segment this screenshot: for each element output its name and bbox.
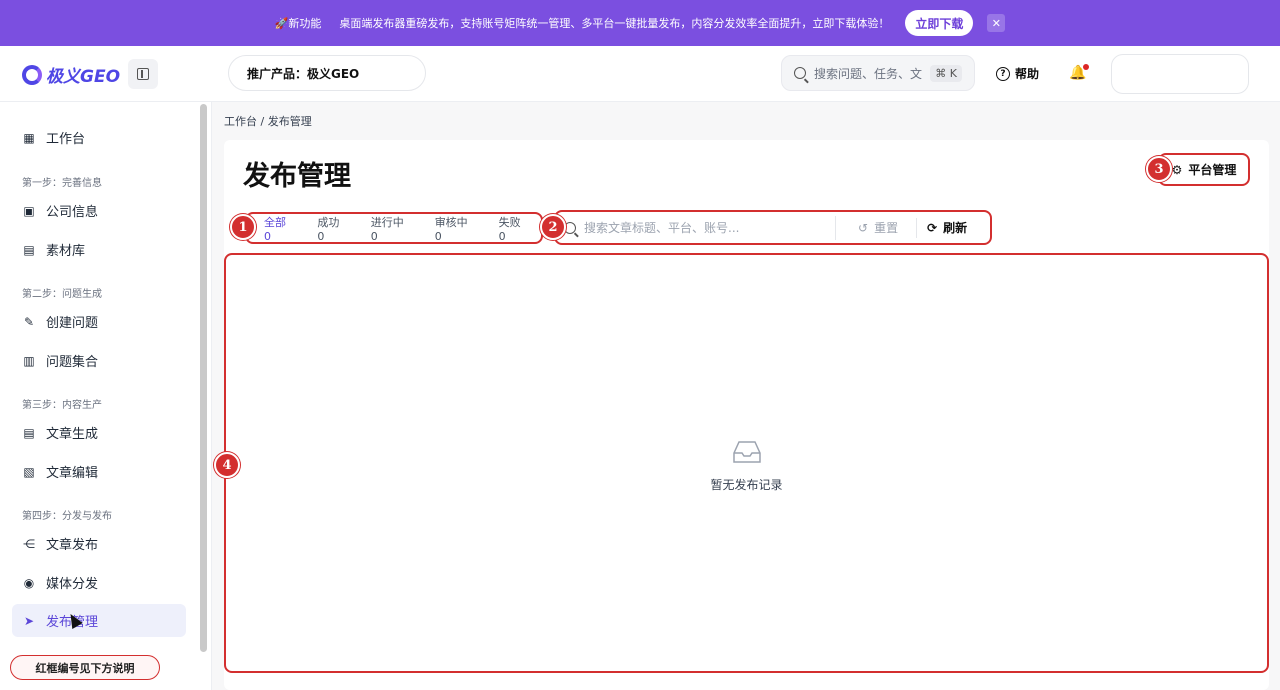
- global-search-input[interactable]: 搜索问题、任务、文 ⌘ K: [781, 55, 975, 91]
- refresh-icon: ⟳: [927, 220, 938, 235]
- help-button[interactable]: ? 帮助: [996, 65, 1039, 82]
- tab-reviewing[interactable]: 审核中 0: [424, 216, 488, 243]
- reset-button[interactable]: ↺ 重置: [858, 219, 898, 236]
- page-title: 发布管理: [243, 161, 351, 192]
- logo-text: 极义GEO: [46, 67, 121, 87]
- filter-bar: 搜索文章标题、平台、账号... ↺ 重置 ⟳ 刷新: [554, 210, 992, 245]
- section-label: 第三步：内容生产: [22, 400, 102, 411]
- help-label: 帮助: [1015, 67, 1040, 81]
- sidebar-item-label: 工作台: [46, 132, 86, 147]
- logo[interactable]: 极义GEO: [22, 62, 120, 87]
- search-placeholder: 搜索问题、任务、文: [814, 66, 923, 81]
- banner-message: 桌面端发布器重磅发布，支持账号矩阵统一管理、多平台一键批量发布，内容分发效率全面…: [339, 17, 890, 30]
- user-menu[interactable]: [1111, 54, 1249, 94]
- announcement-banner: 🚀新功能 桌面端发布器重磅发布，支持账号矩阵统一管理、多平台一键批量发布，内容分…: [0, 0, 1280, 46]
- sidebar-item-label: 文章编辑: [46, 466, 99, 481]
- grid-icon: ▦: [23, 130, 35, 145]
- share-icon: ⋲: [23, 536, 35, 551]
- sidebar-item-question-set[interactable]: ▥ 问题集合: [22, 351, 99, 371]
- divider: [916, 217, 918, 238]
- sidebar-item-materials[interactable]: ▤ 素材库: [22, 240, 86, 260]
- archive-icon: ▥: [23, 353, 35, 368]
- section-label: 第一步：完善信息: [22, 178, 102, 189]
- inbox-icon: [732, 441, 761, 463]
- sidebar-item-article-publish[interactable]: ⋲ 文章发布: [22, 534, 99, 554]
- sidebar-item-publish-management[interactable]: ➤ 发布管理: [12, 604, 186, 637]
- sidebar-item-create-question[interactable]: ✎ 创建问题: [22, 312, 99, 332]
- sidebar-item-label: 文章生成: [46, 427, 99, 442]
- document-edit-icon: ▧: [23, 464, 35, 479]
- sidebar-item-label: 问题集合: [46, 355, 99, 370]
- question-icon: ?: [996, 66, 1010, 81]
- annotation-marker-1: 1: [230, 214, 256, 240]
- tab-failed[interactable]: 失败 0: [488, 216, 541, 243]
- section-label: 第二步：问题生成: [22, 289, 102, 300]
- document-icon: ▤: [23, 425, 35, 440]
- sidebar-item-workbench[interactable]: ▦ 工作台: [22, 128, 86, 148]
- undo-icon: ↺: [858, 220, 869, 235]
- search-icon: [794, 67, 806, 79]
- send-icon: ➤: [23, 613, 35, 628]
- refresh-label: 刷新: [943, 221, 968, 235]
- refresh-button[interactable]: ⟳ 刷新: [927, 219, 967, 236]
- reset-label: 重置: [874, 221, 899, 235]
- sidebar-item-media-distribution[interactable]: ◉ 媒体分发: [22, 573, 99, 593]
- sidebar-item-label: 媒体分发: [46, 577, 99, 592]
- notification-bell-icon[interactable]: 🔔: [1069, 64, 1090, 81]
- close-banner-button[interactable]: ✕: [987, 14, 1006, 32]
- sidebar-item-label: 文章发布: [46, 538, 99, 553]
- sidebar-item-label: 公司信息: [46, 205, 99, 220]
- platform-button-label: 平台管理: [1188, 163, 1237, 177]
- article-search-input[interactable]: 搜索文章标题、平台、账号...: [556, 215, 836, 240]
- folder-icon: ▤: [23, 242, 35, 257]
- sidebar-scrollbar[interactable]: [200, 104, 207, 652]
- sidebar-toggle-icon: [137, 68, 149, 80]
- download-button[interactable]: 立即下载: [905, 10, 974, 36]
- edit-icon: ✎: [23, 314, 35, 329]
- tab-in-progress[interactable]: 进行中 0: [360, 216, 424, 243]
- sidebar-item-label: 素材库: [46, 244, 86, 259]
- sidebar-item-article-edit[interactable]: ▧ 文章编辑: [22, 462, 99, 482]
- new-feature-tag: 🚀新功能: [274, 17, 322, 30]
- settings-icon: ⚙: [1171, 162, 1183, 177]
- annotation-notice: 红框编号见下方说明: [10, 655, 160, 680]
- sidebar: ▦ 工作台 第一步：完善信息 ▣ 公司信息 ▤ 素材库 第二步：问题生成 ✎ 创建问题 …: [0, 102, 212, 690]
- search-shortcut: ⌘ K: [930, 64, 962, 82]
- records-panel: 暂无发布记录: [224, 253, 1269, 673]
- breadcrumb: 工作台 / 发布管理: [224, 115, 312, 128]
- image-icon: ▣: [23, 203, 35, 218]
- empty-message: 暂无发布记录: [710, 478, 783, 492]
- main-area: 工作台 / 发布管理 发布管理 ⚙ 平台管理 全部 0 成功 0 进行中 0 审核…: [212, 102, 1280, 690]
- annotation-marker-2: 2: [540, 214, 566, 240]
- article-search-placeholder: 搜索文章标题、平台、账号...: [584, 221, 740, 235]
- annotation-marker-4: 4: [214, 452, 240, 478]
- sidebar-item-label: 创建问题: [46, 316, 99, 331]
- collapse-sidebar-button[interactable]: [128, 59, 158, 89]
- empty-state: 暂无发布记录: [710, 440, 783, 493]
- top-bar: 极义GEO 推广产品：极义GEO 搜索问题、任务、文 ⌘ K ? 帮助 🔔: [0, 46, 1280, 102]
- status-tabs: 全部 0 成功 0 进行中 0 审核中 0 失败 0: [245, 212, 543, 244]
- sidebar-item-article-generate[interactable]: ▤ 文章生成: [22, 423, 99, 443]
- logo-icon: [22, 64, 42, 85]
- tab-all[interactable]: 全部 0: [253, 216, 306, 243]
- broadcast-icon: ◉: [23, 575, 35, 590]
- annotation-marker-3: 3: [1146, 156, 1172, 182]
- tab-success[interactable]: 成功 0: [306, 216, 359, 243]
- product-selector[interactable]: 推广产品：极义GEO: [228, 55, 426, 91]
- notification-dot: [1083, 64, 1090, 70]
- section-label: 第四步：分发与发布: [22, 511, 112, 522]
- sidebar-item-company[interactable]: ▣ 公司信息: [22, 201, 99, 221]
